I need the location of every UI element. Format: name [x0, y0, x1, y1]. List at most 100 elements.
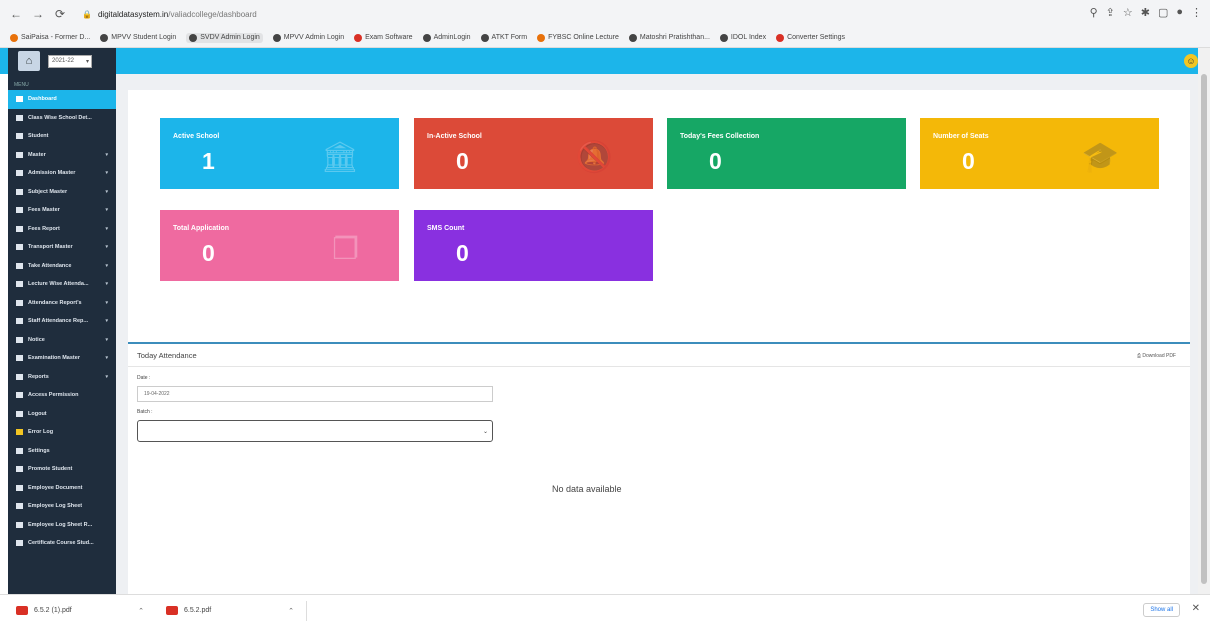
card-inactive-school[interactable]: In-Active School 0 🔕 [414, 118, 653, 189]
page-scrollbar[interactable] [1198, 48, 1210, 594]
zoom-icon[interactable]: ⚲ [1090, 6, 1098, 19]
bookmark-item[interactable]: MPVV Admin Login [272, 33, 344, 42]
menu-item-icon [16, 355, 23, 362]
bank-icon: 🏛 [320, 141, 359, 174]
address-bar[interactable]: 🔒 digitaldatasystem.in/valiadcollege/das… [82, 4, 1062, 24]
chevron-down-icon: ▾ [105, 262, 108, 269]
batch-label: Batch : [137, 409, 153, 415]
sidebar-item[interactable]: Employee Document [8, 479, 116, 498]
chevron-down-icon: ▾ [105, 244, 108, 251]
back-icon[interactable]: ← [8, 6, 24, 22]
extensions-icon[interactable]: ✱ [1141, 6, 1150, 19]
bookmark-item[interactable]: ATKT Form [480, 33, 527, 42]
card-number-of-seats[interactable]: Number of Seats 0 🎓 [920, 118, 1159, 189]
batch-select[interactable]: ⌄ [137, 420, 493, 442]
chevron-down-icon: ▾ [105, 281, 108, 288]
sidebar-item-label: Attendance Report's [28, 299, 82, 306]
main-content: Active School 1 🏛 In-Active School 0 🔕 T… [116, 74, 1198, 594]
forward-icon[interactable]: → [30, 6, 46, 22]
sidebar-item-label: Promote Student [28, 466, 73, 473]
bookmark-item[interactable]: Exam Software [354, 33, 413, 42]
sidebar-item[interactable]: Error Log [8, 423, 116, 442]
menu-icon[interactable]: ⋮ [1191, 6, 1202, 19]
sidebar-item[interactable]: Dashboard [8, 90, 116, 109]
sidebar-item[interactable]: Master ▾ [8, 146, 116, 165]
bookmark-item[interactable]: FYBSC Online Lecture [537, 33, 619, 42]
chevron-down-icon: ▾ [105, 170, 108, 177]
sidebar-item[interactable]: Lecture Wise Attenda... ▾ [8, 275, 116, 294]
sidebar-item[interactable]: Certificate Course Stud... [8, 534, 116, 553]
user-avatar-icon[interactable]: ☺ [1184, 54, 1198, 68]
sidebar-item[interactable]: Fees Master ▾ [8, 201, 116, 220]
menu-item-icon [16, 503, 23, 510]
sidebar-item-label: Employee Log Sheet [28, 503, 83, 510]
chevron-down-icon: ▾ [105, 336, 108, 343]
bookmark-item[interactable]: MPVV Student Login [100, 33, 176, 42]
sidebar-item[interactable]: Fees Report ▾ [8, 220, 116, 239]
sidebar-item-label: Certificate Course Stud... [28, 540, 94, 547]
sidebar-item[interactable]: Promote Student [8, 460, 116, 479]
sidebar-item[interactable]: Settings [8, 442, 116, 461]
sidebar-item-label: Notice [28, 336, 45, 343]
card-active-school[interactable]: Active School 1 🏛 [160, 118, 399, 189]
divider [306, 600, 307, 621]
download-item[interactable]: 6.5.2.pdf ⌃ [166, 606, 300, 615]
date-input[interactable]: 19-04-2022 [137, 386, 493, 402]
sidebar-item-label: Subject Master [28, 188, 68, 195]
sidebar-item[interactable]: Notice ▾ [8, 331, 116, 350]
college-logo: ⌂ [18, 51, 40, 71]
chevron-down-icon: ▾ [105, 318, 108, 325]
year-select[interactable]: 2021-22 ▾ [48, 54, 92, 68]
bookmark-item[interactable]: Converter Settings [776, 33, 845, 42]
close-icon[interactable]: ✕ [1192, 603, 1200, 614]
sidebar-item[interactable]: Examination Master ▾ [8, 349, 116, 368]
bookmark-item[interactable]: Matoshri Pratishthan... [628, 33, 710, 42]
share-icon[interactable]: ⇪ [1106, 6, 1115, 19]
chevron-up-icon[interactable]: ⌃ [288, 607, 294, 615]
card-sms-count[interactable]: SMS Count 0 [414, 210, 653, 281]
sidebar-item[interactable]: Subject Master ▾ [8, 183, 116, 202]
sidebar-item[interactable]: Admission Master ▾ [8, 164, 116, 183]
profile-icon[interactable]: ● [1176, 6, 1183, 19]
sidebar-item[interactable]: Employee Log Sheet R... [8, 516, 116, 535]
sidebar-item[interactable]: Access Permission [8, 386, 116, 405]
chevron-down-icon: ▾ [105, 188, 108, 195]
sidebar-item[interactable]: Take Attendance ▾ [8, 257, 116, 276]
card-fees-collection[interactable]: Today's Fees Collection 0 [667, 118, 906, 189]
bookmark-item[interactable]: IDOL Index [719, 33, 766, 42]
graduation-cap-icon: 🎓 [1081, 141, 1119, 174]
bookmark-item[interactable]: SaiPaisa - Former D... [10, 33, 90, 42]
sidebar-item[interactable]: Student [8, 127, 116, 146]
bookmark-item[interactable]: SVDV Admin Login [186, 32, 263, 43]
sidebar-item[interactable]: Logout [8, 405, 116, 424]
card-total-application[interactable]: Total Application 0 ❐ [160, 210, 399, 281]
sidebar-item[interactable]: Employee Log Sheet [8, 497, 116, 516]
sidebar-item[interactable]: Transport Master ▾ [8, 238, 116, 257]
download-item[interactable]: 6.5.2 (1).pdf ⌃ [16, 606, 150, 615]
reload-icon[interactable]: ⟳ [52, 6, 68, 22]
star-icon[interactable]: ☆ [1123, 6, 1133, 19]
menu-item-icon [16, 540, 23, 547]
url-path: /valiadcollege/dashboard [168, 9, 257, 19]
menu-item-icon [16, 466, 23, 473]
panel-title: Today Attendance [137, 351, 197, 360]
sidebar-item[interactable]: Staff Attendance Rep... ▾ [8, 312, 116, 331]
sidebar-item-label: Reports [28, 373, 49, 380]
menu-item-icon [16, 133, 23, 140]
sidebar-item[interactable]: Reports ▾ [8, 368, 116, 387]
sidebar-item-label: Access Permission [28, 392, 79, 399]
window-icon[interactable]: ▢ [1158, 6, 1168, 19]
sidebar-item-label: Examination Master [28, 355, 80, 362]
brand-area: ⌂ 2021-22 ▾ [8, 48, 116, 74]
download-pdf-button[interactable]: ⎙ Download PDF [1137, 353, 1176, 359]
no-data-message: No data available [552, 484, 622, 494]
url-host: digitaldatasystem.in [97, 9, 169, 19]
sidebar-item[interactable]: Class Wise School Det... [8, 109, 116, 128]
bookmark-icon [480, 33, 489, 42]
bookmark-item[interactable]: AdminLogin [422, 33, 471, 42]
scrollbar-thumb[interactable] [1201, 74, 1207, 584]
sidebar-item[interactable]: Attendance Report's ▾ [8, 294, 116, 313]
show-all-button[interactable]: Show all [1143, 603, 1180, 617]
menu-item-icon [16, 281, 23, 288]
chevron-up-icon[interactable]: ⌃ [138, 607, 144, 615]
